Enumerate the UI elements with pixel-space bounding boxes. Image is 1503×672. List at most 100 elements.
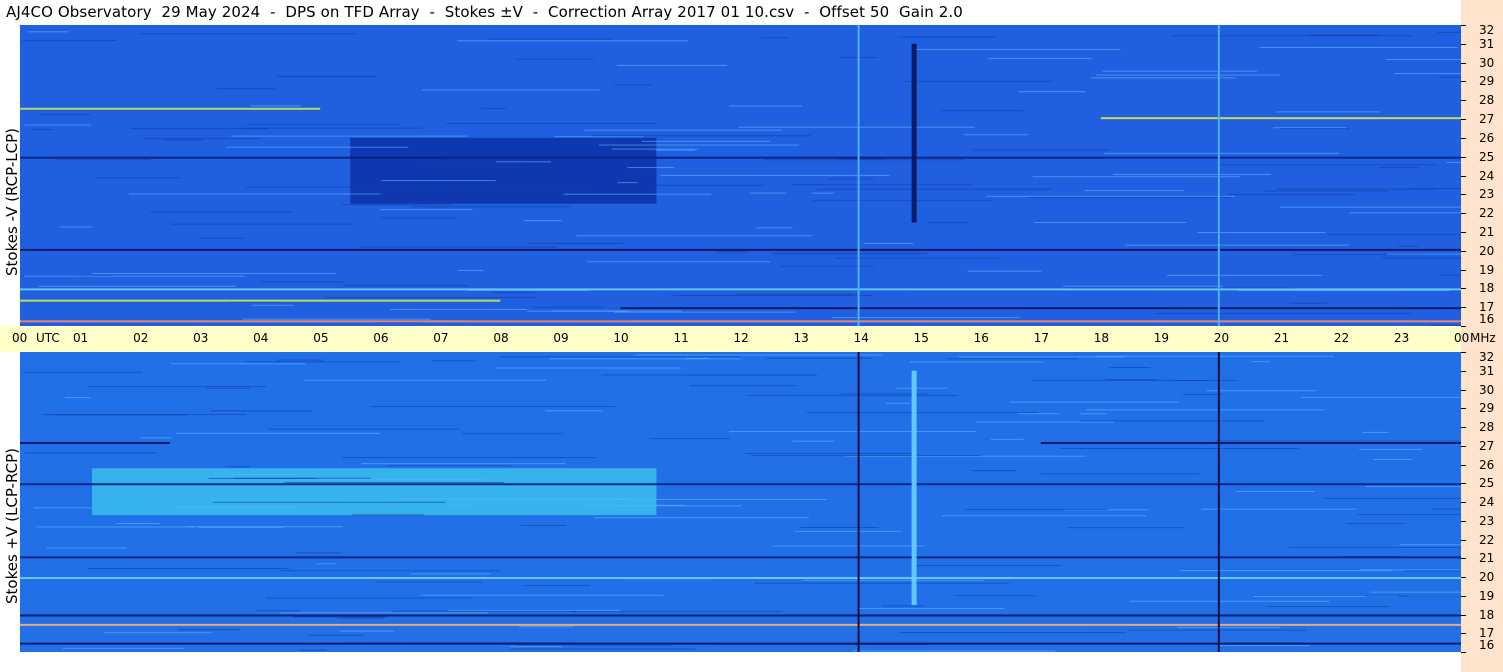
x-tick-label: 15 (913, 331, 929, 345)
heatmap-texture-streak (747, 395, 958, 397)
y-tick-mark (1461, 213, 1466, 215)
heatmap-texture-streak (579, 504, 685, 506)
heatmap-band (620, 307, 1461, 310)
heatmap-texture-streak (1067, 527, 1185, 529)
heatmap-texture-streak (255, 610, 302, 612)
heatmap-texture-streak (299, 649, 327, 651)
heatmap-texture-streak (1009, 401, 1179, 403)
x-tick-label: 00 (12, 331, 28, 345)
x-unit-label: UTC (36, 331, 60, 345)
y-tick-label: 16 (1479, 638, 1495, 652)
y-tick-label: 28 (1479, 93, 1495, 108)
heatmap-texture-streak (1327, 234, 1461, 236)
heatmap-texture-streak (1437, 31, 1461, 33)
y-tick-mark (1461, 614, 1466, 616)
heatmap-texture-streak (1228, 193, 1355, 195)
heatmap-texture-streak (304, 379, 547, 381)
heatmap-texture-streak (24, 275, 245, 277)
heatmap-texture-streak (897, 36, 996, 38)
heatmap-texture-streak (761, 37, 788, 39)
heatmap-texture-streak (635, 354, 883, 356)
heatmap-texture-streak (41, 113, 91, 115)
y-tick-mark (1461, 25, 1466, 26)
y-tick-label: 22 (1479, 206, 1495, 221)
y-tick-mark (1461, 558, 1466, 560)
heatmap-texture-streak (496, 161, 551, 163)
x-tick-label: 23 (1393, 331, 1410, 345)
y-tick-label: 23 (1479, 513, 1495, 528)
heatmap-texture-streak (834, 257, 1000, 259)
panel-bottom-ylabel: Stokes +V (LCP-RCP) (3, 448, 21, 604)
heatmap-texture-streak (971, 470, 1017, 472)
heatmap-texture-streak (24, 452, 158, 454)
heatmap-texture-streak (1349, 212, 1461, 214)
y-tick-label: 27 (1479, 438, 1495, 453)
x-tick-label: 07 (433, 331, 449, 345)
heatmap-texture-streak (392, 610, 577, 612)
heatmap-texture-streak (1276, 111, 1380, 113)
heatmap-texture-streak (852, 650, 1056, 652)
x-tick-label: 10 (613, 331, 629, 345)
heatmap-texture-streak (23, 371, 143, 373)
heatmap-texture-streak (163, 139, 203, 141)
heatmap-texture-streak (410, 573, 492, 575)
heatmap-texture-streak (381, 217, 458, 219)
heatmap-texture-streak (24, 124, 92, 126)
heatmap-texture-streak (382, 186, 588, 188)
heatmap-texture-streak (519, 626, 574, 628)
x-tick-label: 17 (1033, 331, 1049, 345)
heatmap-vertical-line (857, 25, 860, 326)
heatmap-texture-streak (811, 192, 834, 194)
heatmap-burst (911, 43, 917, 223)
heatmap-texture-streak (738, 126, 975, 128)
heatmap-texture-streak (325, 296, 537, 298)
heatmap-texture-streak (905, 80, 1053, 82)
heatmap-texture-streak (988, 57, 1093, 59)
heatmap-texture-streak (524, 220, 562, 222)
heatmap-texture-streak (1090, 77, 1236, 79)
heatmap-texture-streak (715, 251, 750, 253)
heatmap-texture-streak (31, 129, 54, 131)
heatmap-texture-streak (87, 568, 290, 570)
heatmap-texture-streak (1288, 546, 1461, 548)
heatmap-texture-streak (685, 357, 709, 359)
y-tick-label: 19 (1479, 588, 1495, 603)
heatmap-vertical-line (1217, 25, 1220, 326)
heatmap-texture-streak (828, 178, 874, 180)
heatmap-texture-streak (216, 88, 275, 90)
x-tick-label: 20 (1213, 331, 1230, 345)
heatmap-texture-streak (587, 261, 770, 263)
y-tick-label: 19 (1479, 262, 1495, 277)
heatmap-texture-streak (361, 463, 566, 465)
heatmap-texture-streak (1386, 59, 1461, 61)
heatmap-texture-streak (598, 144, 800, 146)
y-tick-label: 25 (1479, 149, 1495, 164)
heatmap-texture-streak (87, 386, 267, 388)
heatmap-texture-streak (295, 478, 485, 480)
y-tick-label: 27 (1479, 112, 1495, 127)
x-tick-label: 02 (133, 331, 149, 345)
heatmap-texture-streak (1018, 91, 1086, 93)
y-tick-mark (1461, 100, 1466, 102)
heatmap-texture-streak (1103, 152, 1340, 154)
heatmap-texture-streak (1429, 324, 1461, 326)
heatmap-texture-streak (1251, 361, 1270, 363)
y-tick-label: 26 (1479, 457, 1495, 472)
y-tick-label: 22 (1479, 532, 1495, 547)
heatmap-texture-streak (242, 318, 431, 320)
y-tick-label: 16 (1479, 312, 1495, 326)
heatmap-texture-streak (1206, 390, 1317, 392)
heatmap-texture-streak (209, 410, 313, 412)
heatmap-texture-streak (36, 526, 195, 528)
heatmap-texture-streak (744, 453, 912, 455)
heatmap-texture-streak (1017, 413, 1060, 415)
y-tick-label: 21 (1479, 224, 1495, 239)
heatmap-texture-streak (212, 501, 446, 503)
heatmap-texture-streak (965, 509, 1108, 511)
y-tick-mark (1461, 269, 1466, 271)
y-tick-label: 32 (1479, 23, 1495, 37)
y-tick-label: 31 (1479, 363, 1495, 378)
heatmap-texture-streak (584, 129, 783, 131)
heatmap-texture-streak (410, 206, 571, 208)
heatmap-texture-streak (293, 616, 388, 618)
